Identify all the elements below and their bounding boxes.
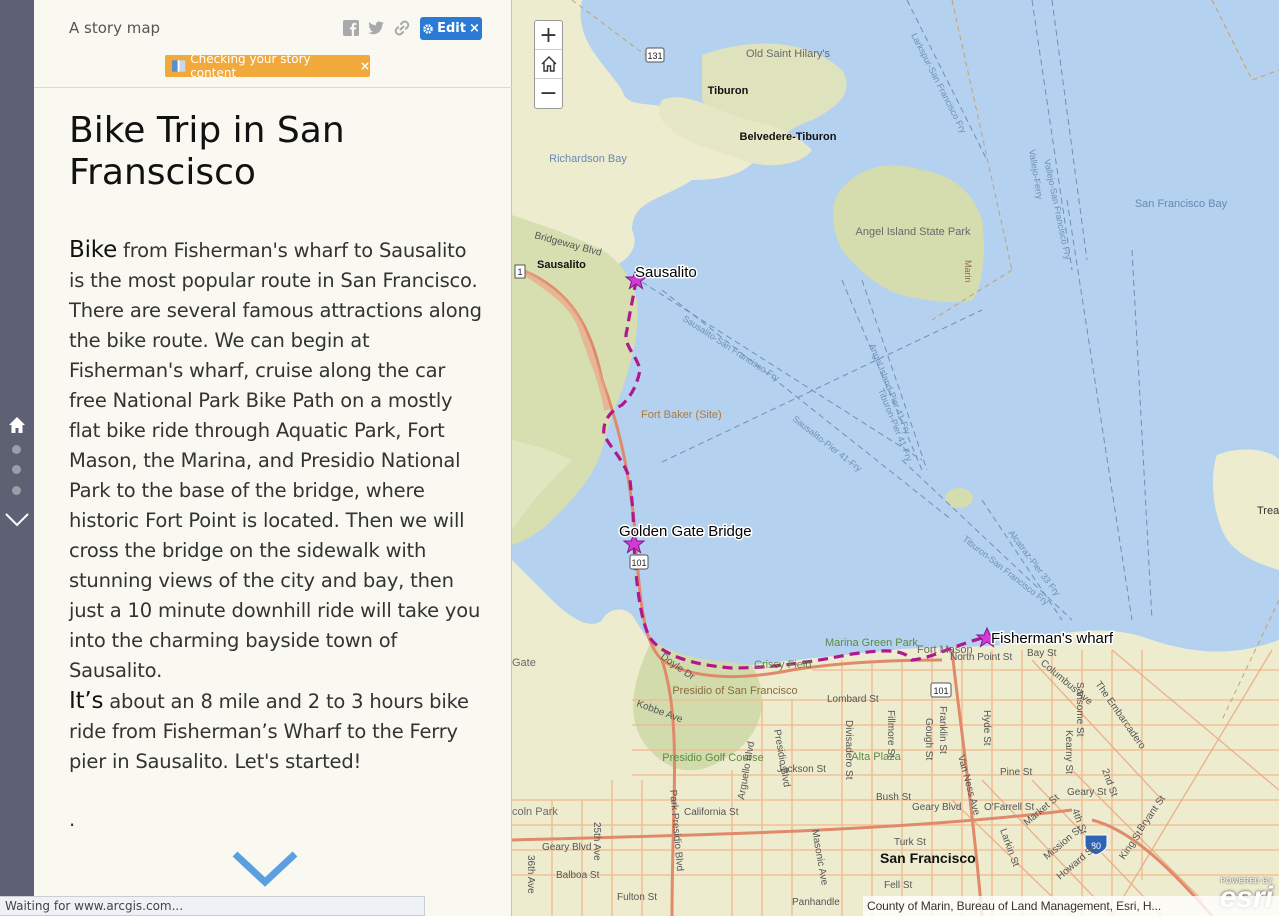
street-label: Hyde St	[981, 710, 992, 746]
story-paragraph-2: It’s about an 8 mile and 2 to 3 hours bi…	[69, 686, 484, 777]
street-label: Geary Blvd	[912, 802, 961, 813]
street-label: O'Farrell St	[984, 802, 1034, 813]
street-label: Geary St	[1067, 787, 1107, 798]
street-label: Balboa St	[556, 870, 600, 881]
edit-button-label: Edit	[437, 21, 466, 36]
label-old-saint-hilary: Old Saint Hilary's	[746, 48, 831, 60]
label-treasure-island: Treasu Islan	[1257, 505, 1279, 517]
street-label: Pine St	[1000, 767, 1032, 778]
story-body: from Fisherman's wharf to Sausalito is t…	[69, 239, 482, 682]
shield-101: 101	[933, 686, 948, 696]
label-richardson-bay: Richardson Bay	[549, 153, 627, 165]
ferry-label: Vallejo-Ferry	[1027, 149, 1045, 201]
street-label: Franklin St	[937, 706, 948, 754]
ferry-label: Marin	[963, 260, 973, 283]
basemap: 131 101 101 80 1 Old Saint Hilary's Rich…	[512, 0, 1279, 916]
label-gate: Gate	[512, 657, 536, 669]
label-crissy-field: Crissy Field	[754, 659, 811, 671]
label-belvedere: Belvedere-Tiburon	[740, 131, 837, 143]
book-icon	[171, 60, 186, 72]
street-label: Lombard St	[827, 694, 879, 705]
twitter-icon[interactable]	[367, 19, 385, 37]
facebook-icon[interactable]	[342, 19, 360, 37]
zoom-in-button[interactable]: +	[535, 21, 562, 50]
story-text: Bike from Fisherman's wharf to Sausalito…	[69, 235, 484, 835]
zoom-controls: + −	[534, 20, 563, 109]
section-dot-2[interactable]	[12, 465, 21, 474]
street-label: Divisadero St	[843, 720, 854, 780]
banner-label: Checking your story content	[190, 52, 311, 80]
map-attribution[interactable]: County of Marin, Bureau of Land Manageme…	[863, 896, 1279, 916]
section-dot-1[interactable]	[12, 445, 21, 454]
shield-131: 131	[647, 51, 662, 61]
story-paragraph-3: .	[69, 808, 75, 831]
story-subtitle: A story map	[69, 19, 161, 37]
edit-button[interactable]: Edit ×	[420, 17, 482, 40]
banner-close-icon[interactable]: ×	[360, 59, 370, 73]
label-sausalito-city: Sausalito	[537, 259, 586, 271]
story-paragraph-1: Bike from Fisherman's wharf to Sausalito…	[69, 235, 484, 686]
shield-1: 1	[517, 267, 522, 277]
home-icon	[541, 56, 556, 72]
label-sf-bay: San Francisco Bay	[1135, 198, 1228, 210]
street-label: Fell St	[884, 880, 913, 891]
stop-label-fishermans-wharf[interactable]: Fisherman's wharf	[990, 629, 1116, 649]
section-dot-3[interactable]	[12, 486, 21, 495]
label-marina-green: Marina Green Park	[825, 637, 918, 649]
story-lead-word: It’s	[69, 688, 104, 714]
street-label: 25th Ave	[591, 822, 602, 861]
browser-status-bar: Waiting for www.arcgis.com...	[0, 896, 425, 916]
street-label: Turk St	[894, 837, 926, 848]
checking-content-banner: Checking your story content ×	[165, 52, 370, 80]
ferry-label: Sausalito-Pier 41-Fry	[791, 414, 864, 474]
ferry-label: Sausalito-San Francisco Fry	[681, 313, 782, 383]
street-label: Bay St	[1027, 648, 1057, 659]
street-label: Sansome St	[1074, 682, 1085, 737]
label-lincoln-park: coln Park	[512, 806, 558, 818]
label-fort-baker: Fort Baker (Site)	[641, 409, 722, 421]
street-label: 36th Ave	[525, 855, 536, 894]
story-map-app: A story map Edit × Checking your story c…	[0, 0, 1279, 916]
stop-label-golden-gate[interactable]: Golden Gate Bridge	[618, 522, 754, 542]
street-label: California St	[684, 807, 739, 818]
label-angel-island: Angel Island State Park	[856, 226, 971, 238]
edit-close-icon[interactable]: ×	[469, 21, 480, 36]
section-nav-rail	[0, 0, 34, 916]
home-extent-button[interactable]	[535, 50, 562, 79]
label-presidio: Presidio of San Francisco	[672, 685, 797, 697]
zoom-out-button[interactable]: −	[535, 79, 562, 108]
street-label: Geary Blvd	[542, 842, 591, 853]
street-label: Panhandle	[792, 897, 840, 908]
story-panel: A story map Edit × Checking your story c…	[34, 0, 512, 916]
story-title: Bike Trip in San Franscisco	[69, 110, 345, 193]
street-label: Gough St	[923, 718, 934, 760]
stop-label-sausalito[interactable]: Sausalito	[634, 263, 699, 283]
story-header: A story map Edit × Checking your story c…	[34, 0, 512, 88]
map-view[interactable]: 131 101 101 80 1 Old Saint Hilary's Rich…	[512, 0, 1279, 916]
street-label: Fillmore St	[885, 710, 896, 758]
street-label: Kearny St	[1063, 730, 1074, 774]
link-icon[interactable]	[393, 19, 411, 37]
chevron-down-icon[interactable]	[231, 848, 299, 888]
chevron-down-icon[interactable]	[4, 509, 30, 529]
shield-101: 101	[631, 558, 646, 568]
gear-icon	[423, 23, 433, 34]
ferry-label: Larkspur-San Francisco Fry	[909, 31, 969, 135]
label-san-francisco: San Francisco	[880, 850, 976, 866]
story-lead-word: Bike	[69, 237, 118, 263]
home-icon[interactable]	[8, 416, 26, 434]
street-label: Bush St	[876, 792, 911, 803]
street-label: Fulton St	[617, 892, 657, 903]
story-body: about an 8 mile and 2 to 3 hours bike ri…	[69, 690, 469, 773]
street-label: North Point St	[950, 652, 1012, 663]
label-tiburon: Tiburon	[708, 85, 749, 97]
